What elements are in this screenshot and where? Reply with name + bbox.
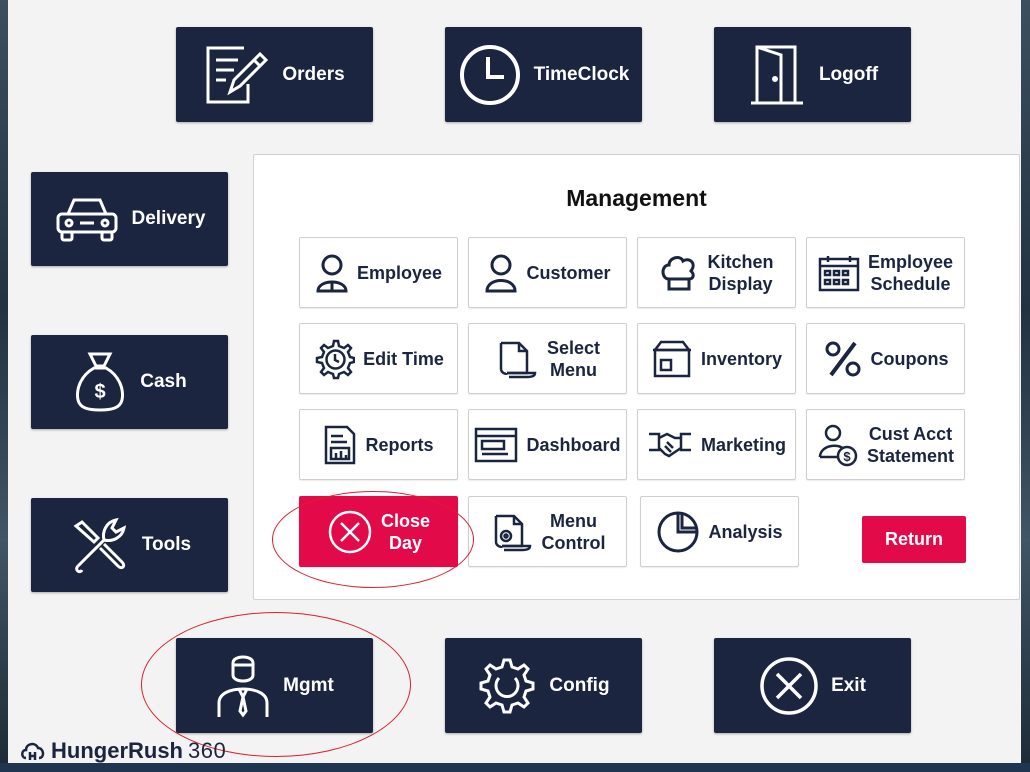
- dashboard-tile[interactable]: Dashboard: [468, 409, 627, 480]
- reports-tile[interactable]: Reports: [299, 409, 458, 480]
- close-icon: [760, 656, 818, 715]
- analysis-tile[interactable]: Analysis: [640, 496, 799, 567]
- gear-clock-icon: [315, 339, 356, 379]
- hungerrush-logo: HungerRush 360: [20, 738, 226, 764]
- handshake-icon: [648, 432, 691, 457]
- delivery-label: Delivery: [131, 208, 206, 229]
- customer-label: Customer: [526, 262, 611, 283]
- orders-icon: [206, 46, 269, 103]
- car-icon: [56, 198, 118, 242]
- logoff-button[interactable]: Logoff: [714, 27, 911, 122]
- timeclock-button[interactable]: TimeClock: [445, 27, 642, 122]
- menu-scroll-icon: [499, 341, 537, 378]
- timeclock-label: TimeClock: [533, 63, 630, 85]
- tools-label: Tools: [141, 534, 192, 555]
- wrench-icon: [73, 517, 126, 574]
- employee-icon: [316, 254, 348, 292]
- dashboard-icon: [475, 427, 518, 462]
- return-button[interactable]: Return: [862, 516, 966, 563]
- inventory-tile[interactable]: Inventory: [637, 323, 796, 394]
- pie-chart-icon: [657, 511, 699, 552]
- orders-button[interactable]: Orders: [176, 27, 373, 122]
- customer-money-icon: $: [818, 424, 858, 466]
- svg-text:$: $: [95, 381, 106, 403]
- coupons-label: Coupons: [870, 348, 949, 369]
- analysis-label: Analysis: [708, 521, 783, 542]
- edit-time-tile[interactable]: Edit Time: [299, 323, 458, 394]
- dashboard-label: Dashboard: [526, 434, 621, 455]
- edit-time-label: Edit Time: [363, 348, 444, 369]
- customer-tile[interactable]: Customer: [468, 237, 627, 308]
- logoff-label: Logoff: [818, 63, 879, 85]
- calendar-icon: [818, 255, 860, 291]
- management-title: Management: [566, 185, 707, 211]
- clock-icon: [459, 44, 520, 105]
- tools-button[interactable]: Tools: [31, 498, 228, 592]
- exit-button[interactable]: Exit: [714, 638, 911, 733]
- cloud-logo-icon: [21, 742, 45, 760]
- cust-acct-statement-tile[interactable]: $ Cust Acct Statement: [806, 409, 965, 480]
- config-label: Config: [549, 674, 610, 696]
- logo-number: 360: [188, 738, 227, 763]
- cash-label: Cash: [140, 371, 187, 392]
- pos-main-screen: Orders TimeClock Logoff Delivery $ Cash …: [8, 0, 1021, 763]
- inventory-label: Inventory: [700, 348, 783, 369]
- svg-text:$: $: [843, 449, 851, 464]
- employee-tile[interactable]: Employee: [299, 237, 458, 308]
- close-circle-icon: [328, 510, 372, 553]
- reports-label: Reports: [365, 434, 434, 455]
- kitchen-display-tile[interactable]: Kitchen Display: [637, 237, 796, 308]
- exit-label: Exit: [831, 674, 866, 696]
- customer-icon: [485, 254, 517, 292]
- select-menu-label: Select Menu: [546, 337, 601, 380]
- cust-acct-statement-label: Cust Acct Statement: [866, 423, 955, 466]
- chef-hat-icon: [662, 255, 696, 290]
- kitchen-display-label: Kitchen Display: [707, 251, 774, 294]
- employee-schedule-label: Employee Schedule: [867, 251, 954, 294]
- report-icon: [325, 425, 356, 464]
- config-button[interactable]: Config: [445, 638, 642, 733]
- marketing-label: Marketing: [700, 434, 787, 455]
- menu-control-label: Menu Control: [541, 510, 606, 553]
- employee-schedule-tile[interactable]: Employee Schedule: [806, 237, 965, 308]
- door-icon: [750, 45, 803, 104]
- management-panel: Management Employee Customer Kitchen Disp…: [253, 154, 1020, 600]
- money-bag-icon: $: [76, 352, 125, 412]
- percent-icon: [825, 341, 860, 376]
- mgmt-label: Mgmt: [283, 674, 334, 696]
- coupons-tile[interactable]: Coupons: [806, 323, 965, 394]
- taskbar: [0, 763, 1030, 772]
- close-day-label: Close Day: [380, 510, 431, 553]
- logo-brand: HungerRush: [51, 738, 183, 763]
- delivery-button[interactable]: Delivery: [31, 172, 228, 266]
- cash-button[interactable]: $ Cash: [31, 335, 228, 429]
- menu-control-tile[interactable]: Menu Control: [468, 496, 627, 567]
- close-day-tile[interactable]: Close Day: [299, 496, 458, 567]
- box-icon: [652, 340, 691, 377]
- menu-gear-icon: [494, 514, 531, 551]
- orders-label: Orders: [282, 63, 345, 85]
- gear-icon: [479, 658, 535, 713]
- marketing-tile[interactable]: Marketing: [637, 409, 796, 480]
- mgmt-button[interactable]: Mgmt: [176, 638, 373, 733]
- manager-icon: [217, 655, 269, 717]
- select-menu-tile[interactable]: Select Menu: [468, 323, 627, 394]
- employee-label: Employee: [356, 262, 443, 283]
